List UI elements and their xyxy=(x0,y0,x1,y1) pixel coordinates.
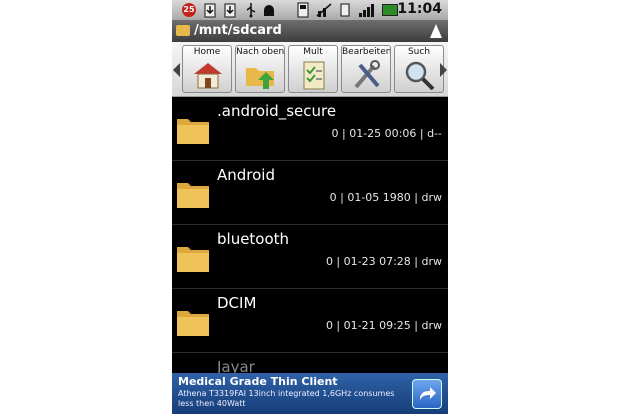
android-debug-icon xyxy=(262,2,276,18)
file-meta: 0 | 01-25 00:06 | d-- xyxy=(331,127,442,140)
checklist-icon xyxy=(303,61,325,90)
up-arrow-icon[interactable] xyxy=(430,24,442,38)
scroll-left-icon[interactable] xyxy=(173,63,180,77)
download-complete-icon xyxy=(224,2,236,18)
file-meta: 0 | 01-23 07:28 | drw xyxy=(325,255,442,268)
ad-banner[interactable]: Medical Grade Thin Client Athena T3319FA… xyxy=(172,373,448,414)
home-button-label: Home xyxy=(193,47,221,57)
tools-icon xyxy=(354,60,380,89)
such-button[interactable]: Such xyxy=(394,45,444,93)
ad-title: Medical Grade Thin Client xyxy=(178,375,338,388)
file-name: DCIM xyxy=(217,294,257,312)
such-button-label: Such xyxy=(407,47,431,57)
signal-strength-icon xyxy=(358,2,376,18)
notification-badge: 25 xyxy=(182,3,196,17)
bearbeiten-button[interactable]: Bearbeiten xyxy=(341,45,391,93)
mult-button-label: Mult xyxy=(303,47,323,57)
folder-up-icon xyxy=(246,68,274,89)
list-item[interactable]: Android 0 | 01-05 1980 | drw xyxy=(172,161,448,225)
file-meta: 0 | 01-05 1980 | drw xyxy=(329,191,442,204)
folder-icon xyxy=(177,183,209,208)
ad-body: Athena T3319FAI 13inch integrated 1,6GHz… xyxy=(178,389,395,408)
file-name: .android_secure xyxy=(217,102,337,120)
folder-icon xyxy=(177,247,209,272)
list-item[interactable]: DCIM 0 | 01-21 09:25 | drw xyxy=(172,289,448,353)
file-name: Jayar xyxy=(217,358,255,374)
toolbar: Home Nach oben Mult Bearbeiten Such xyxy=(172,42,448,97)
scroll-right-icon[interactable] xyxy=(440,63,447,77)
status-time: 11:04 xyxy=(397,1,442,17)
mult-button[interactable]: Mult xyxy=(288,45,338,93)
download-icon xyxy=(204,2,216,18)
status-bar: 25 11:04 xyxy=(172,0,448,20)
folder-icon xyxy=(176,25,190,36)
ad-open-button[interactable] xyxy=(412,379,442,409)
folder-icon xyxy=(177,119,209,144)
battery-icon xyxy=(382,4,398,16)
vibrate-icon xyxy=(338,2,352,18)
list-item[interactable]: Jayar xyxy=(172,353,448,374)
magnifier-icon xyxy=(405,61,435,90)
file-list: .android_secure 0 | 01-25 00:06 | d-- An… xyxy=(172,97,448,374)
list-item[interactable]: bluetooth 0 | 01-23 07:28 | drw xyxy=(172,225,448,289)
home-button[interactable]: Home xyxy=(182,45,232,93)
sd-card-icon xyxy=(297,2,309,18)
file-meta: 0 | 01-21 09:25 | drw xyxy=(325,319,442,332)
bearbeiten-button-label: Bearbeiten xyxy=(342,47,391,57)
nach-oben-button[interactable]: Nach oben xyxy=(235,45,285,93)
no-signal-icon xyxy=(315,2,333,18)
phone-screen: 25 11:04 /mnt/sdcard Home Nach oben Mult… xyxy=(172,0,448,414)
usb-icon xyxy=(244,2,258,18)
file-name: Android xyxy=(217,166,275,184)
share-arrow-icon xyxy=(420,387,436,400)
list-item[interactable]: .android_secure 0 | 01-25 00:06 | d-- xyxy=(172,97,448,161)
file-name: bluetooth xyxy=(217,230,290,248)
path-bar: /mnt/sdcard xyxy=(172,20,448,42)
home-icon xyxy=(194,63,222,89)
folder-icon xyxy=(177,311,209,336)
current-path: /mnt/sdcard xyxy=(194,23,282,38)
nach-oben-button-label: Nach oben xyxy=(236,47,285,57)
